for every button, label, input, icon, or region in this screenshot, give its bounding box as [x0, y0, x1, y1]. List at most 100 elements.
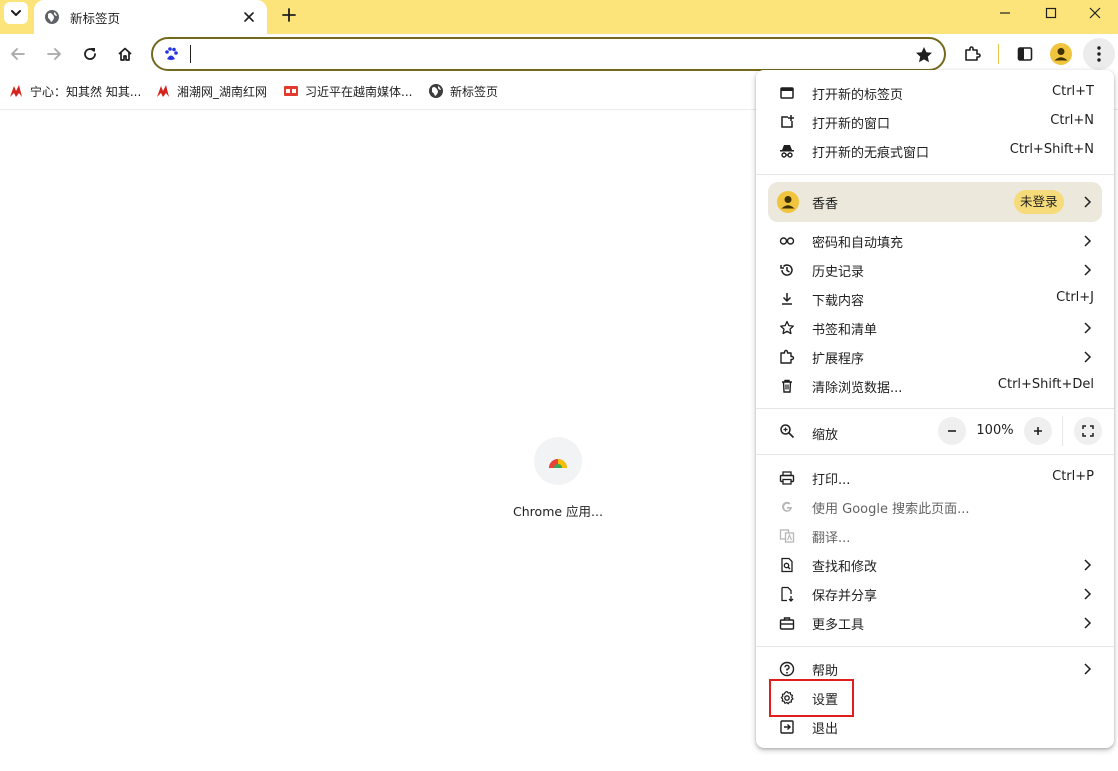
avatar-icon	[781, 196, 795, 209]
menu-label: 历史记录	[812, 265, 865, 280]
chevron-right-icon	[1084, 196, 1092, 208]
menu-separator	[756, 454, 1114, 455]
bookmark-label: 习近平在越南媒体...	[305, 84, 413, 99]
menu-item-translate[interactable]: 翻译...	[756, 522, 1114, 550]
menu-label: 设置	[812, 693, 839, 708]
zoom-icon	[780, 424, 795, 439]
menu-item-more-tools[interactable]: 更多工具	[756, 609, 1114, 637]
menu-item-exit[interactable]: 退出	[756, 713, 1114, 741]
chevron-right-icon	[1084, 235, 1092, 247]
zoom-level: 100%	[976, 423, 1014, 438]
menu-item-print[interactable]: 打印... Ctrl+P	[756, 464, 1114, 492]
trash-icon	[782, 379, 792, 393]
chevron-right-icon	[1084, 617, 1092, 629]
menu-separator	[756, 646, 1114, 647]
menu-label: 保存并分享	[812, 589, 878, 604]
exit-icon	[780, 720, 794, 734]
menu-label: 密码和自动填充	[812, 236, 904, 251]
maximize-icon	[1045, 7, 1057, 19]
chevron-right-icon	[1084, 559, 1092, 571]
menu-label: 使用 Google 搜索此页面...	[812, 502, 970, 517]
menu-shortcut: Ctrl+Shift+Del	[997, 377, 1094, 392]
menu-label: 翻译...	[812, 531, 851, 546]
google-g-icon	[782, 501, 792, 512]
menu-shortcut: Ctrl+Shift+N	[1009, 142, 1094, 157]
bookmark-item[interactable]: 湘潮网_湖南红网	[155, 82, 267, 100]
menu-label: 查找和修改	[812, 560, 878, 575]
forward-arrow-icon	[47, 48, 61, 60]
menu-label: 清除浏览数据...	[812, 381, 903, 396]
globe-icon	[429, 84, 443, 98]
fullscreen-button[interactable]	[1074, 417, 1102, 445]
menu-item-new-window[interactable]: 打开新的窗口 Ctrl+N	[756, 108, 1114, 136]
minimize-icon	[1000, 12, 1010, 14]
toolbox-icon	[779, 617, 795, 630]
close-icon	[244, 12, 254, 22]
menu-label: 帮助	[812, 664, 839, 679]
tab-search-button[interactable]	[4, 2, 28, 24]
menu-separator	[756, 408, 1114, 409]
menu-label: 书签和清单	[812, 323, 878, 338]
new-tab-button[interactable]	[278, 4, 300, 26]
home-icon	[118, 47, 132, 61]
red-logo-icon	[157, 85, 169, 97]
menu-item-passwords[interactable]: 密码和自动填充	[756, 227, 1114, 255]
menu-label: 打开新的无痕式窗口	[812, 146, 930, 161]
save-share-icon	[781, 586, 794, 602]
menu-item-save-share[interactable]: 保存并分享	[756, 580, 1114, 608]
menu-item-downloads[interactable]: 下载内容 Ctrl+J	[756, 285, 1114, 313]
chrome-apps-label[interactable]: Chrome 应用...	[500, 501, 616, 520]
window-close-button[interactable]	[1072, 0, 1118, 26]
chrome-menu: 打开新的标签页 Ctrl+T 打开新的窗口 Ctrl+N 打开新的无痕式窗口 C…	[756, 70, 1114, 748]
bookmark-label: 宁心：知其然 知其...	[30, 84, 142, 99]
menu-item-find-edit[interactable]: 查找和修改	[756, 551, 1114, 579]
reload-button[interactable]	[76, 40, 104, 68]
zoom-in-button[interactable]	[1024, 417, 1052, 445]
chrome-apps-shortcut[interactable]	[534, 437, 582, 485]
key-icon	[779, 237, 795, 245]
bookmark-item[interactable]: 新标签页	[428, 82, 498, 100]
bookmark-item[interactable]: 宁心：知其然 知其...	[8, 82, 141, 100]
tab-close-button[interactable]	[241, 9, 257, 25]
menu-shortcut: Ctrl+T	[1052, 84, 1094, 99]
menu-button[interactable]	[1083, 38, 1115, 70]
reload-icon	[84, 48, 96, 60]
side-panel-icon	[1017, 47, 1033, 61]
menu-item-new-incognito[interactable]: 打开新的无痕式窗口 Ctrl+Shift+N	[756, 137, 1114, 165]
zoom-out-button[interactable]	[938, 417, 966, 445]
maximize-button[interactable]	[1028, 0, 1074, 26]
bookmark-item[interactable]: 习近平在越南媒体...	[283, 82, 412, 100]
bookmark-star-icon[interactable]	[914, 45, 934, 65]
history-icon	[780, 264, 793, 276]
back-button[interactable]	[4, 40, 32, 68]
tab-title: 新标签页	[70, 10, 121, 26]
minimize-button[interactable]	[982, 0, 1028, 26]
help-icon	[779, 661, 795, 677]
translate-icon	[779, 529, 795, 543]
forward-button[interactable]	[40, 40, 68, 68]
menu-item-zoom: 缩放	[756, 417, 1114, 445]
puzzle-icon	[780, 349, 795, 364]
menu-item-extensions[interactable]: 扩展程序	[756, 343, 1114, 371]
menu-item-search-google[interactable]: 使用 Google 搜索此页面...	[756, 493, 1114, 521]
incognito-icon	[780, 145, 794, 158]
menu-item-history[interactable]: 历史记录	[756, 256, 1114, 284]
menu-item-new-tab[interactable]: 打开新的标签页 Ctrl+T	[756, 79, 1114, 107]
menu-item-profile[interactable]: 香香 未登录	[768, 182, 1102, 222]
address-bar[interactable]	[151, 37, 946, 71]
menu-item-clear-data[interactable]: 清除浏览数据... Ctrl+Shift+Del	[756, 372, 1114, 400]
side-panel-button[interactable]	[1011, 40, 1039, 68]
tab-strip: 新标签页	[0, 0, 1118, 34]
avatar-icon	[1050, 43, 1072, 65]
menu-item-help[interactable]: 帮助	[756, 655, 1114, 683]
tab-new-tab[interactable]: 新标签页	[34, 0, 267, 34]
profile-button[interactable]	[1047, 40, 1075, 68]
home-button[interactable]	[111, 40, 139, 68]
extensions-button[interactable]	[958, 40, 986, 68]
chevron-right-icon	[1084, 322, 1092, 334]
menu-item-bookmarks[interactable]: 书签和清单	[756, 314, 1114, 342]
new-tab-icon	[780, 87, 794, 99]
close-icon	[1089, 7, 1101, 19]
menu-item-settings[interactable]: 设置	[756, 684, 1114, 712]
globe-icon	[45, 10, 59, 24]
